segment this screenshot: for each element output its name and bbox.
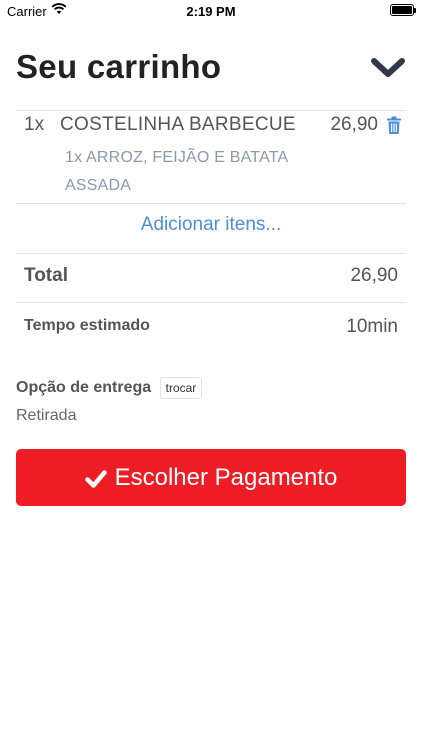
page-title: Seu carrinho <box>16 48 222 85</box>
total-row: Total 26,90 <box>24 265 398 295</box>
divider <box>16 302 406 303</box>
choose-payment-label: Escolher Pagamento <box>114 463 338 491</box>
estimated-time-value: 10min <box>346 316 398 337</box>
chevron-down-icon[interactable] <box>370 54 406 82</box>
battery-icon <box>390 4 416 16</box>
checkmark-icon <box>84 468 107 488</box>
total-label: Total <box>24 265 68 286</box>
delivery-option: Opção de entrega trocar Retirada <box>16 377 406 425</box>
estimated-time-row: Tempo estimado 10min <box>24 316 398 346</box>
item-price: 26,90 <box>330 114 378 135</box>
add-items-link[interactable]: Adicionar itens... <box>0 214 422 236</box>
divider <box>16 253 406 254</box>
delivery-option-label: Opção de entrega <box>16 379 152 396</box>
status-bar: Carrier 2:19 PM <box>0 0 422 22</box>
delivery-mode: Retirada <box>16 407 77 424</box>
item-name: COSTELINHA BARBECUE <box>60 114 296 135</box>
choose-payment-button[interactable]: Escolher Pagamento <box>16 449 406 506</box>
estimated-time-label: Tempo estimado <box>24 317 150 334</box>
clock: 2:19 PM <box>186 4 236 19</box>
trash-icon[interactable] <box>386 116 402 135</box>
total-value: 26,90 <box>350 265 398 286</box>
item-addon: 1x ARROZ, FEIJÃO E BATATA ASSADA <box>65 149 288 194</box>
item-quantity: 1x <box>24 114 45 135</box>
list-item: 1x COSTELINHA BARBECUE 26,90 1x ARROZ, F… <box>24 112 402 196</box>
header: Seu carrinho <box>16 44 406 90</box>
change-delivery-button[interactable]: trocar <box>159 377 203 399</box>
divider <box>16 203 406 204</box>
divider <box>16 110 406 111</box>
